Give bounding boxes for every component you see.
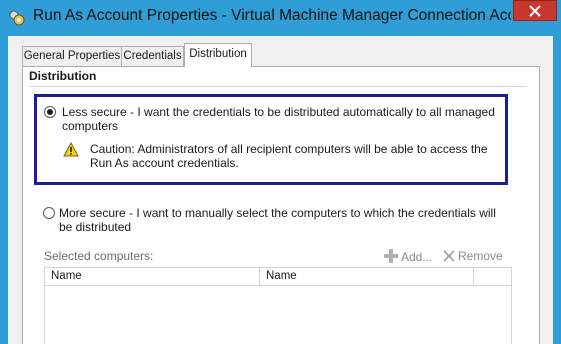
warning-icon — [63, 141, 79, 160]
column-header-label: Name — [51, 270, 82, 282]
less-secure-radio[interactable] — [44, 106, 56, 118]
app-icon — [8, 9, 26, 27]
more-secure-radio[interactable] — [43, 207, 55, 219]
tab-distribution[interactable]: Distribution — [184, 43, 252, 67]
add-label: Add... — [401, 250, 433, 264]
tab-label: Credentials — [123, 50, 182, 62]
selected-computers-label: Selected computers: — [44, 249, 154, 263]
computers-grid[interactable] — [44, 286, 512, 344]
section-divider — [29, 86, 526, 87]
title-bar[interactable]: Run As Account Properties - Virtual Mach… — [0, 0, 561, 36]
less-secure-label[interactable]: Less secure - I want the credentials to … — [62, 105, 498, 133]
tab-label: Distribution — [189, 48, 247, 60]
column-header-label: Name — [266, 270, 297, 282]
close-button[interactable] — [513, 0, 557, 21]
tab-credentials[interactable]: Credentials — [121, 46, 184, 66]
caution-text: Caution: Administrators of all recipient… — [90, 142, 488, 170]
x-icon — [443, 250, 455, 262]
add-button[interactable]: Add... — [384, 249, 432, 264]
computers-grid-header: Name Name — [44, 267, 512, 286]
column-header-name[interactable]: Name — [45, 268, 260, 285]
window-title: Run As Account Properties - Virtual Mach… — [33, 7, 511, 24]
close-icon — [529, 5, 541, 17]
tab-general-properties[interactable]: General Properties — [22, 46, 122, 66]
column-header-name-2[interactable]: Name — [260, 268, 474, 285]
more-secure-label[interactable]: More secure - I want to manually select … — [59, 206, 499, 234]
tab-label: General Properties — [23, 50, 121, 62]
plus-icon — [384, 249, 398, 263]
remove-label: Remove — [458, 249, 503, 263]
section-heading: Distribution — [29, 69, 97, 83]
remove-button[interactable]: Remove — [443, 249, 503, 263]
dialog-body: General Properties Credentials Distribut… — [8, 36, 553, 344]
